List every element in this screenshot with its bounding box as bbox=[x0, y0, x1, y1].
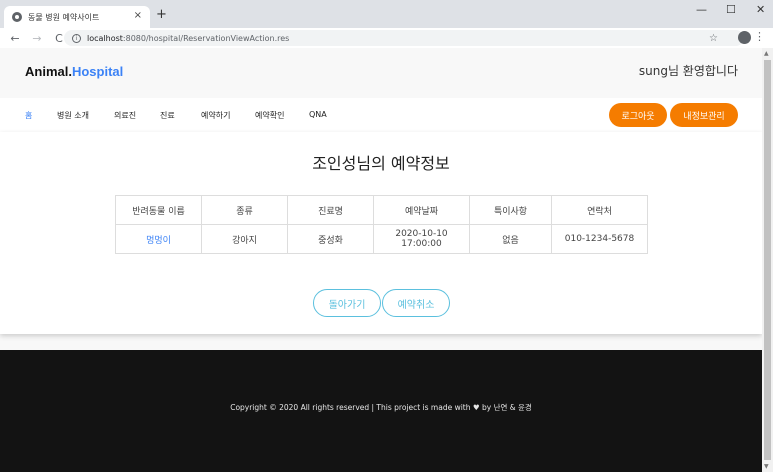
minimize-button[interactable]: — bbox=[696, 3, 707, 16]
globe-icon bbox=[12, 12, 22, 22]
tab-close-icon[interactable]: × bbox=[134, 10, 142, 21]
account-icon[interactable] bbox=[738, 31, 751, 44]
table-cell: 없음 bbox=[469, 224, 552, 254]
reservation-panel: 조인성님의 예약정보 반려동물 이름 종류 진료명 예약날짜 특이사항 연락처 … bbox=[0, 132, 762, 334]
url-host: localhost bbox=[87, 33, 123, 43]
browser-menu-icon[interactable]: ⋮ bbox=[754, 30, 765, 43]
column-header: 예약날짜 bbox=[373, 195, 470, 225]
address-bar[interactable]: i localhost :8080/hospital/ReservationVi… bbox=[64, 30, 744, 46]
scroll-down-icon[interactable]: ▼ bbox=[764, 463, 769, 470]
my-info-button[interactable]: 내정보관리 bbox=[670, 103, 738, 127]
column-header: 종류 bbox=[201, 195, 288, 225]
table-cell: 2020-10-10 17:00:00 bbox=[373, 224, 470, 254]
nav-about[interactable]: 병원 소개 bbox=[57, 110, 89, 121]
column-header: 진료명 bbox=[287, 195, 374, 225]
new-tab-button[interactable]: + bbox=[156, 7, 167, 22]
maximize-button[interactable]: ☐ bbox=[726, 3, 736, 16]
scroll-up-icon[interactable]: ▲ bbox=[764, 50, 769, 57]
page-viewport: Animal.Hospital sung님 환영합니다 홈 병원 소개 의료진 … bbox=[0, 48, 762, 472]
browser-toolbar: ← → C i localhost :8080/hospital/Reserva… bbox=[0, 28, 773, 48]
nav-home[interactable]: 홈 bbox=[25, 110, 32, 121]
back-button[interactable]: ← bbox=[8, 32, 22, 45]
url-path: :8080/hospital/ReservationViewAction.res bbox=[122, 33, 290, 43]
brand-animal: Animal bbox=[25, 64, 69, 79]
welcome-message: sung님 환영합니다 bbox=[638, 64, 738, 78]
back-page-button[interactable]: 돌아가기 bbox=[313, 289, 381, 317]
table-row: 멍멍이 강아지 중성화 2020-10-10 17:00:00 없음 010-1… bbox=[115, 224, 648, 254]
logout-button[interactable]: 로그아웃 bbox=[609, 103, 667, 127]
nav-reservation-check[interactable]: 예약확인 bbox=[255, 110, 284, 121]
pet-name-link[interactable]: 멍멍이 bbox=[115, 224, 202, 254]
bookmark-star-icon[interactable]: ☆ bbox=[709, 33, 718, 44]
window-close-button[interactable]: ✕ bbox=[756, 3, 765, 16]
reservation-table: 반려동물 이름 종류 진료명 예약날짜 특이사항 연락처 멍멍이 강아지 중성화… bbox=[115, 195, 648, 254]
brand-hospital: Hospital bbox=[71, 64, 124, 79]
column-header: 특이사항 bbox=[469, 195, 552, 225]
browser-tab[interactable]: 동물 병원 예약사이트 × bbox=[4, 6, 150, 28]
nav-doctors[interactable]: 의료진 bbox=[114, 110, 136, 121]
main-nav: 홈 병원 소개 의료진 진료 예약하기 예약확인 QNA 로그아웃 내정보관리 bbox=[0, 98, 762, 132]
info-icon[interactable]: i bbox=[72, 33, 81, 43]
table-cell: 중성화 bbox=[287, 224, 374, 254]
scrollbar[interactable]: ▲ ▼ bbox=[762, 48, 773, 472]
forward-button[interactable]: → bbox=[30, 32, 44, 45]
brand-logo[interactable]: Animal.Hospital bbox=[25, 64, 123, 79]
table-cell: 010-1234-5678 bbox=[551, 224, 648, 254]
copyright-text: Copyright © 2020 All rights reserved | T… bbox=[230, 403, 532, 412]
browser-chrome: 동물 병원 예약사이트 × + — ☐ ✕ ← → C i localhost … bbox=[0, 0, 773, 48]
table-cell: 강아지 bbox=[201, 224, 288, 254]
page-title: 조인성님의 예약정보 bbox=[312, 154, 450, 173]
scrollbar-thumb[interactable] bbox=[764, 60, 771, 460]
footer: Copyright © 2020 All rights reserved | T… bbox=[0, 350, 762, 472]
table-header-row: 반려동물 이름 종류 진료명 예약날짜 특이사항 연락처 bbox=[115, 195, 648, 225]
nav-qna[interactable]: QNA bbox=[309, 110, 327, 119]
nav-treatment[interactable]: 진료 bbox=[160, 110, 175, 121]
cancel-reservation-button[interactable]: 예약취소 bbox=[382, 289, 450, 317]
nav-reserve[interactable]: 예약하기 bbox=[201, 110, 230, 121]
column-header: 반려동물 이름 bbox=[115, 195, 202, 225]
column-header: 연락처 bbox=[551, 195, 648, 225]
tab-title: 동물 병원 예약사이트 bbox=[28, 12, 100, 22]
